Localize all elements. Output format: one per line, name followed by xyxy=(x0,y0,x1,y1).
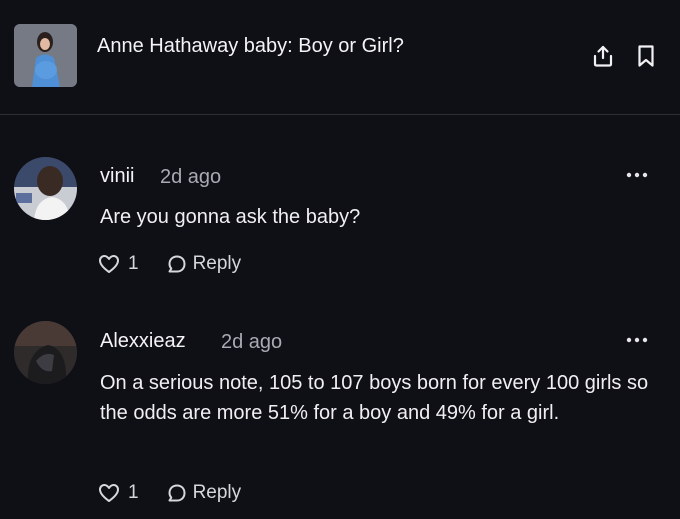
comment-actions: 1 Reply xyxy=(98,251,241,277)
like-button[interactable]: 1 xyxy=(98,482,139,504)
like-button[interactable]: 1 xyxy=(98,253,139,275)
reply-button[interactable]: Reply xyxy=(167,482,242,504)
post-header: Anne Hathaway baby: Boy or Girl? xyxy=(0,0,680,115)
comment-text: Are you gonna ask the baby? xyxy=(100,206,361,228)
comment-timestamp: 2d ago xyxy=(160,166,222,188)
comment-username[interactable]: Alexxieaz xyxy=(100,330,186,353)
comment-actions: 1 Reply xyxy=(98,480,241,506)
comment-text: On a serious note, 105 to 107 boys born … xyxy=(100,372,649,424)
like-count: 1 xyxy=(128,482,139,503)
bookmark-icon[interactable] xyxy=(633,42,659,70)
reply-label: Reply xyxy=(192,253,242,274)
share-icon[interactable] xyxy=(590,42,616,70)
comment-timestamp: 2d ago xyxy=(221,331,283,353)
avatar[interactable] xyxy=(14,157,77,220)
more-options-icon[interactable] xyxy=(624,168,650,182)
like-count: 1 xyxy=(128,253,139,274)
comment-username[interactable]: vinii xyxy=(100,165,134,188)
photo-thumbnail-image xyxy=(14,24,77,87)
reply-bubble-icon xyxy=(168,255,186,273)
post-thumbnail[interactable] xyxy=(14,24,77,87)
more-options-icon[interactable] xyxy=(624,333,650,347)
post-title: Anne Hathaway baby: Boy or Girl? xyxy=(97,35,404,57)
reply-label: Reply xyxy=(192,482,242,503)
heart-icon xyxy=(99,255,119,273)
heart-icon xyxy=(99,484,119,502)
reply-button[interactable]: Reply xyxy=(167,253,242,275)
reply-bubble-icon xyxy=(168,484,186,502)
avatar[interactable] xyxy=(14,321,77,384)
